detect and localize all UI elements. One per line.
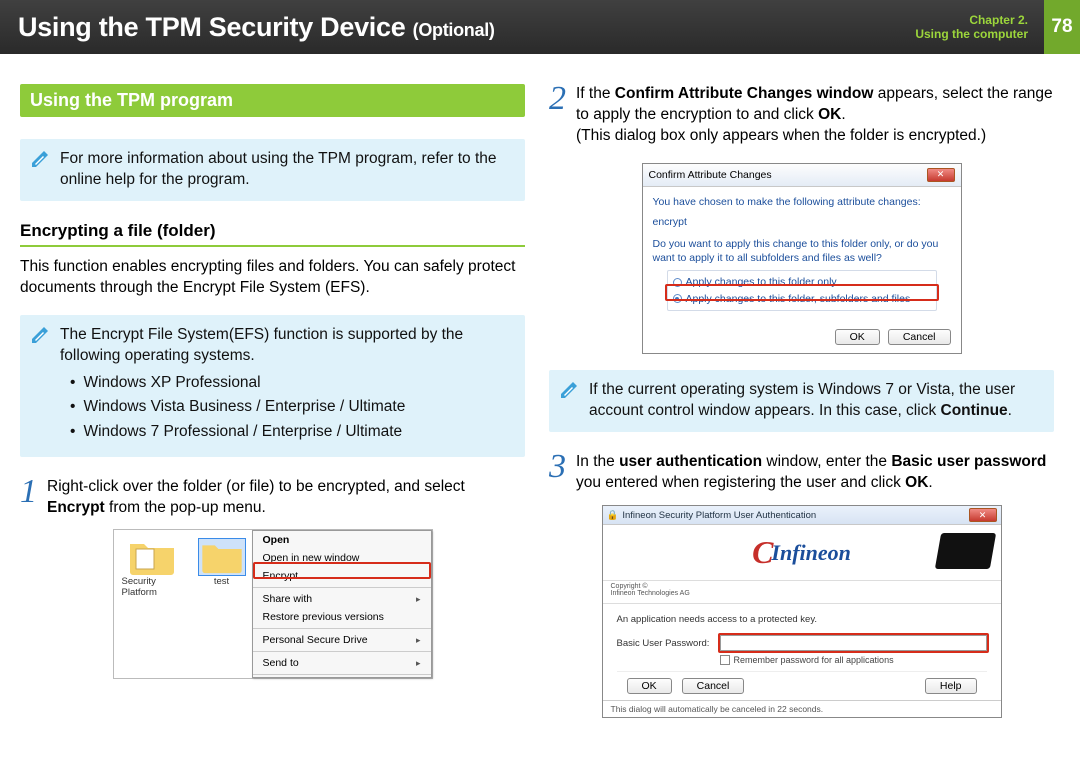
brand-banner: CInfineon	[603, 525, 1001, 581]
step-number: 1	[20, 477, 37, 519]
highlight-box	[665, 284, 939, 301]
note-info-1: For more information about using the TPM…	[20, 139, 525, 201]
chevron-right-icon: ▸	[416, 635, 421, 646]
auth-message: An application needs access to a protect…	[617, 614, 987, 625]
step-1: 1 Right-click over the folder (or file) …	[20, 477, 525, 519]
infineon-logo: CInfineon	[752, 534, 851, 571]
page-header: Using the TPM Security Device (Optional)…	[0, 0, 1080, 54]
chip-graphic	[934, 533, 995, 569]
list-item: Windows XP Professional	[70, 373, 513, 394]
menu-share-with[interactable]: Share with▸	[253, 590, 431, 608]
note-icon	[30, 149, 50, 169]
note-info-3: If the current operating system is Windo…	[549, 370, 1054, 432]
dialog-titlebar: 🔒 Infineon Security Platform User Authen…	[603, 506, 1001, 525]
menu-personal-secure-drive[interactable]: Personal Secure Drive▸	[253, 631, 431, 649]
highlight-box	[253, 562, 431, 579]
menu-restore-versions[interactable]: Restore previous versions	[253, 608, 431, 626]
right-column: 2 If the Confirm Attribute Changes windo…	[549, 84, 1054, 718]
title-suffix: (Optional)	[413, 20, 495, 40]
header-chapter: Chapter 2. Using the computer	[915, 13, 1044, 42]
folder-label: Security Platform	[122, 576, 182, 598]
dialog-buttons: OK Cancel	[643, 325, 961, 353]
note-icon	[30, 325, 50, 345]
cancel-button[interactable]: Cancel	[682, 678, 745, 694]
app-icon: 🔒	[607, 510, 619, 521]
dialog-line2: Do you want to apply this change to this…	[653, 237, 951, 265]
dialog-body: You have chosen to make the following at…	[643, 187, 961, 325]
dialog-line1: You have chosen to make the following at…	[653, 195, 951, 209]
checkbox-icon	[720, 655, 730, 665]
note-icon	[559, 380, 579, 400]
highlight-box	[718, 633, 989, 653]
menu-separator	[253, 651, 431, 652]
radio-group: Apply changes to this folder only Apply …	[667, 270, 937, 310]
dialog-body: An application needs access to a protect…	[603, 604, 1001, 700]
chevron-right-icon: ▸	[416, 658, 421, 669]
note-text: For more information about using the TPM…	[60, 150, 497, 188]
remember-row[interactable]: Remember password for all applications	[720, 655, 987, 665]
menu-send-to[interactable]: Send to▸	[253, 654, 431, 672]
ok-button[interactable]: OK	[627, 678, 672, 694]
dialog-title: Infineon Security Platform User Authenti…	[622, 510, 816, 521]
menu-separator	[253, 674, 431, 675]
folder-item[interactable]: Security Platform	[122, 538, 182, 670]
copyright: Copyright © Infineon Technologies AG	[603, 581, 1001, 604]
folder-item-selected[interactable]: test	[198, 538, 246, 670]
chapter-line2: Using the computer	[915, 27, 1028, 41]
step-text: Right-click over the folder (or file) to…	[47, 477, 525, 519]
step-2: 2 If the Confirm Attribute Changes windo…	[549, 84, 1054, 147]
left-column: Using the TPM program For more informati…	[20, 84, 525, 718]
ok-button[interactable]: OK	[835, 329, 880, 345]
screenshot-context-menu: Security Platform test Open Open in new …	[113, 529, 433, 679]
section-title: Using the TPM program	[20, 84, 525, 117]
intro-paragraph: This function enables encrypting files a…	[20, 257, 525, 299]
dialog-title: Confirm Attribute Changes	[649, 169, 772, 181]
screenshot-auth-dialog: 🔒 Infineon Security Platform User Authen…	[602, 505, 1002, 718]
os-list: Windows XP Professional Windows Vista Bu…	[60, 373, 513, 444]
step-number: 3	[549, 452, 566, 494]
title-main: Using the TPM Security Device	[18, 12, 405, 42]
dialog-footer: This dialog will automatically be cancel…	[603, 700, 1001, 717]
step-3: 3 In the user authentication window, ent…	[549, 452, 1054, 494]
sub-heading: Encrypting a file (folder)	[20, 221, 525, 247]
step-text: In the user authentication window, enter…	[576, 452, 1054, 494]
cancel-button[interactable]: Cancel	[888, 329, 951, 345]
chapter-line1: Chapter 2.	[969, 13, 1028, 27]
dialog-titlebar: Confirm Attribute Changes ✕	[643, 164, 961, 187]
list-item: Windows 7 Professional / Enterprise / Ul…	[70, 422, 513, 443]
screenshot-confirm-dialog: Confirm Attribute Changes ✕ You have cho…	[642, 163, 962, 354]
note-info-2: The Encrypt File System(EFS) function is…	[20, 315, 525, 458]
password-label: Basic User Password:	[617, 638, 712, 649]
folder-label: test	[214, 576, 229, 587]
remember-label: Remember password for all applications	[734, 655, 894, 665]
page-title: Using the TPM Security Device (Optional)	[18, 12, 495, 43]
page-number: 78	[1044, 0, 1080, 54]
close-button[interactable]: ✕	[927, 168, 955, 182]
note2-intro: The Encrypt File System(EFS) function is…	[60, 326, 463, 364]
dialog-buttons: OK Cancel Help	[617, 671, 987, 696]
menu-separator	[253, 628, 431, 629]
help-button[interactable]: Help	[925, 678, 977, 694]
chevron-right-icon: ▸	[416, 594, 421, 605]
password-row: Basic User Password:	[617, 635, 987, 651]
password-input[interactable]	[720, 635, 987, 651]
menu-open[interactable]: Open	[253, 531, 431, 549]
folder-icon	[128, 538, 176, 576]
step-text: If the Confirm Attribute Changes window …	[576, 84, 1054, 147]
folder-icon	[198, 538, 246, 576]
icons-pane: Security Platform test	[114, 530, 254, 678]
dialog-attr: encrypt	[653, 215, 951, 229]
menu-separator	[253, 587, 431, 588]
close-button[interactable]: ✕	[969, 508, 997, 522]
step-number: 2	[549, 84, 566, 147]
list-item: Windows Vista Business / Enterprise / Ul…	[70, 397, 513, 418]
context-menu: Open Open in new window Encrypt Share wi…	[252, 530, 432, 678]
